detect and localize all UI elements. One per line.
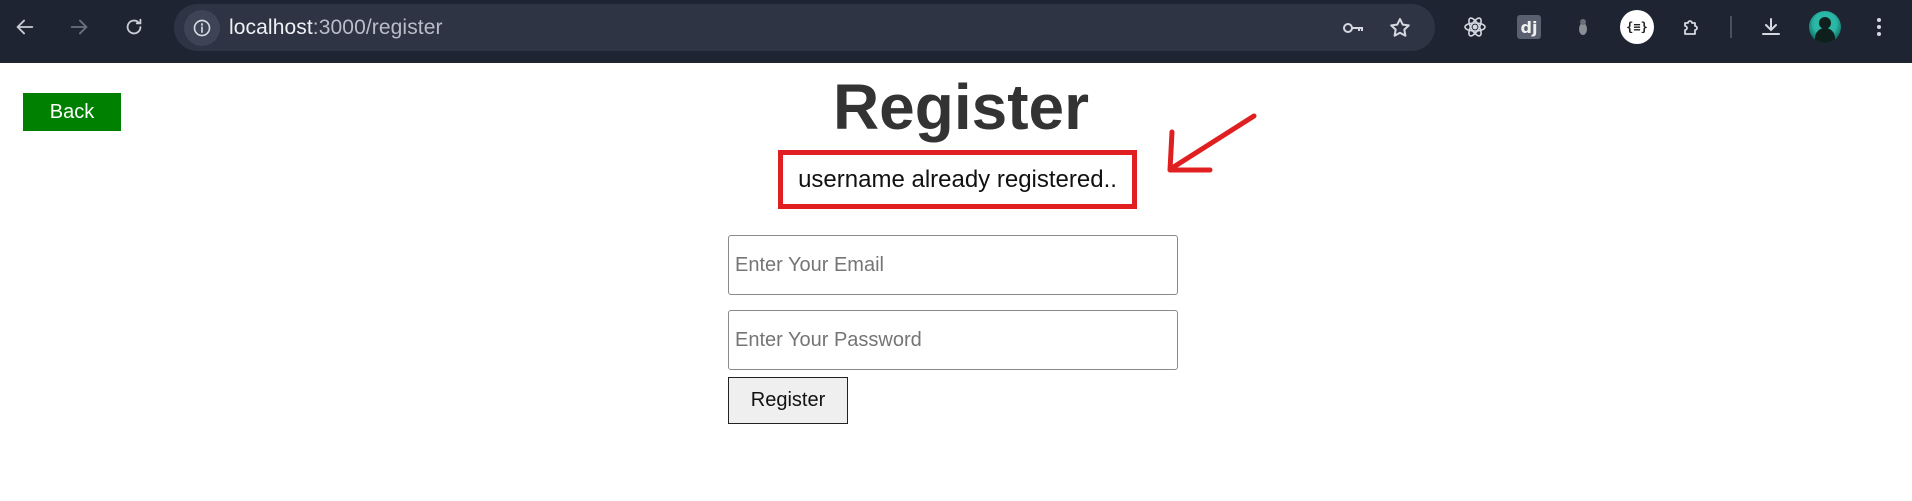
more-vertical-icon (1877, 18, 1881, 36)
extension-icon (1579, 19, 1587, 35)
page-title: Register (832, 71, 1090, 143)
site-info-button[interactable] (184, 10, 220, 46)
browser-toolbar: localhost:3000/register dj {≡} (0, 0, 1912, 63)
bookmark-button[interactable] (1384, 12, 1416, 44)
url-path: :3000/register (312, 16, 443, 39)
react-icon (1464, 17, 1486, 37)
password-key-button[interactable] (1337, 12, 1369, 44)
arrow-left-icon (16, 19, 34, 35)
error-message: username already registered.. (778, 150, 1137, 209)
extensions-menu-button[interactable] (1675, 10, 1709, 44)
json-viewer-button[interactable]: {≡} (1620, 10, 1654, 44)
downloads-button[interactable] (1754, 10, 1788, 44)
toolbar-divider (1730, 16, 1732, 38)
url-text[interactable]: localhost:3000/register (229, 16, 443, 40)
puzzle-icon (1684, 20, 1698, 35)
email-input[interactable] (728, 235, 1178, 295)
back-nav-button[interactable] (8, 10, 42, 44)
download-icon (1762, 18, 1780, 35)
django-icon: dj (1517, 15, 1541, 39)
react-devtools-button[interactable] (1458, 10, 1492, 44)
annotation-arrow-icon (1167, 113, 1257, 173)
url-host: localhost (229, 16, 313, 39)
key-icon (1343, 23, 1363, 33)
profile-button[interactable] (1808, 10, 1842, 44)
json-icon: {≡} (1620, 10, 1654, 44)
browser-menu-button[interactable] (1862, 10, 1896, 44)
reload-button[interactable] (117, 10, 151, 44)
password-input[interactable] (728, 310, 1178, 370)
django-extension-button[interactable]: dj (1512, 10, 1546, 44)
register-button[interactable]: Register (728, 377, 848, 424)
reload-icon (126, 18, 142, 35)
star-icon (1390, 18, 1410, 37)
arrow-right-icon (70, 19, 88, 35)
address-bar[interactable]: localhost:3000/register (174, 4, 1435, 51)
gray-extension-button[interactable] (1566, 10, 1600, 44)
forward-nav-button[interactable] (62, 10, 96, 44)
info-icon (193, 19, 211, 37)
avatar (1809, 11, 1841, 43)
